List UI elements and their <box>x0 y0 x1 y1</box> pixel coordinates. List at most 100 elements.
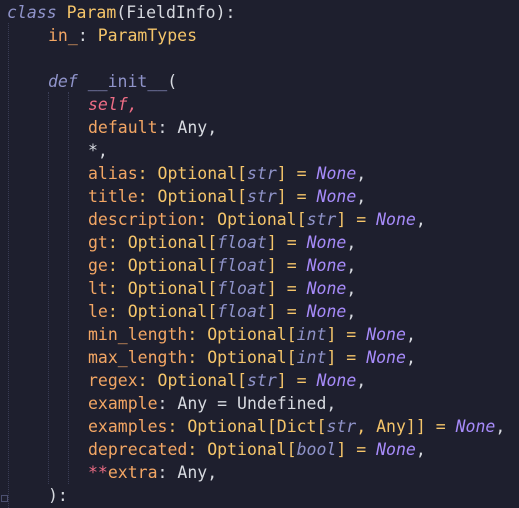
kwargs-stars: ** <box>88 463 108 482</box>
none-literal: None <box>306 256 347 275</box>
param-type-head: : Optional[ <box>137 371 247 390</box>
none-literal: None <box>366 348 406 367</box>
none-literal: None <box>366 325 406 344</box>
param-rest: : Any, <box>157 463 218 482</box>
comma: , <box>346 256 357 275</box>
code-editor[interactable]: class Param(FieldInfo): in_: ParamTypes … <box>0 0 519 508</box>
comma: , <box>415 210 426 229</box>
none-literal: None <box>306 279 347 298</box>
param-type-tail: ] = <box>276 371 317 390</box>
param-type-head: : Optional[ <box>107 233 218 252</box>
param-type-mid: , Any]] = <box>356 417 456 436</box>
code-line: ): <box>48 484 68 507</box>
param-name: min_length <box>88 325 188 344</box>
code-line: default: Any, <box>88 116 217 139</box>
param-type-head: : Optional[ <box>137 164 247 183</box>
comma: , <box>495 417 506 436</box>
none-literal: None <box>306 302 347 321</box>
param-name: alias <box>88 164 138 183</box>
comma: , <box>346 233 357 252</box>
class-keyword: class <box>7 3 57 22</box>
param-type-tail: ] = <box>276 187 317 206</box>
param-type-inner: int <box>296 348 327 367</box>
code-line: examples: Optional[Dict[str, Any]] = Non… <box>88 415 505 438</box>
param-type-tail: ] = <box>326 325 367 344</box>
code-line: example: Any = Undefined, <box>88 392 336 415</box>
function-name: __init__ <box>87 72 168 91</box>
comma: , <box>356 371 367 390</box>
code-line: self, <box>88 93 138 116</box>
param-name: max_length <box>88 348 188 367</box>
param-type-head: : Optional[ <box>107 279 218 298</box>
colon: : <box>77 26 98 45</box>
class-name: Param <box>66 3 117 22</box>
param-type-head: : Optional[ <box>187 348 297 367</box>
attribute-name: in_ <box>48 26 78 45</box>
param-type-head: : Optional[ <box>197 210 307 229</box>
param-type-inner: int <box>296 325 327 344</box>
none-literal: None <box>316 187 357 206</box>
param-type-tail: ] = <box>266 279 307 298</box>
code-line: def __init__( <box>48 70 177 93</box>
param-type-inner: str <box>326 417 357 436</box>
comma: , <box>346 279 357 298</box>
code-line: min_length: Optional[int] = None, <box>88 323 416 346</box>
code-line: deprecated: Optional[bool] = None, <box>88 438 426 461</box>
none-literal: None <box>376 210 416 229</box>
code-line: alias: Optional[str] = None, <box>88 162 366 185</box>
param-name: title <box>88 187 138 206</box>
param-name: le <box>88 302 108 321</box>
param-name: examples <box>88 417 168 436</box>
param-name: example <box>88 394 158 413</box>
comma: , <box>356 164 367 183</box>
comma: , <box>405 348 416 367</box>
close-paren: ): <box>48 486 68 505</box>
comma: , <box>405 325 416 344</box>
param-name: gt <box>88 233 108 252</box>
code-line: *, <box>88 139 108 162</box>
comma: , <box>356 187 367 206</box>
param-type-head: : Optional[ <box>187 325 297 344</box>
none-literal: None <box>376 440 416 459</box>
param-type-head: : Optional[Dict[ <box>167 417 327 436</box>
param-type-inner: bool <box>296 440 337 459</box>
param-type-tail: ] = <box>266 302 307 321</box>
param-type-tail: ] = <box>336 210 377 229</box>
param-type-inner: str <box>246 187 277 206</box>
code-line: lt: Optional[float] = None, <box>88 277 356 300</box>
none-literal: None <box>455 417 496 436</box>
param-type-tail: ] = <box>336 440 377 459</box>
param-type-head: : Optional[ <box>187 440 297 459</box>
code-line: class Param(FieldInfo): <box>7 1 236 24</box>
comma: , <box>415 440 426 459</box>
code-line: title: Optional[str] = None, <box>88 185 366 208</box>
fold-marker-icon[interactable] <box>1 495 8 502</box>
param-name: default <box>88 118 158 137</box>
param-type-inner: float <box>217 256 267 275</box>
code-line: description: Optional[str] = None, <box>88 208 426 231</box>
param-type-inner: str <box>246 371 277 390</box>
none-literal: None <box>316 371 357 390</box>
param-type-tail: ] = <box>326 348 367 367</box>
star-separator: *, <box>88 141 108 160</box>
param-type-head: : Optional[ <box>137 187 247 206</box>
param-rest: : Any = Undefined, <box>157 394 337 413</box>
code-line: in_: ParamTypes <box>48 24 197 47</box>
param-type-tail: ] = <box>266 233 307 252</box>
param-name: lt <box>88 279 108 298</box>
indent-guide <box>48 92 49 484</box>
param-type-inner: str <box>246 164 277 183</box>
param-name: description <box>88 210 198 229</box>
param-type-inner: float <box>217 233 267 252</box>
param-name: extra <box>107 463 158 482</box>
param-name: regex <box>88 371 138 390</box>
code-line: max_length: Optional[int] = None, <box>88 346 416 369</box>
indent-guide <box>68 92 69 484</box>
param-self: self, <box>88 95 138 114</box>
comma: , <box>346 302 357 321</box>
param-type-tail: ] = <box>276 164 317 183</box>
class-base: (FieldInfo): <box>116 3 236 22</box>
none-literal: None <box>306 233 347 252</box>
code-line: regex: Optional[str] = None, <box>88 369 366 392</box>
def-keyword: def <box>48 72 78 91</box>
